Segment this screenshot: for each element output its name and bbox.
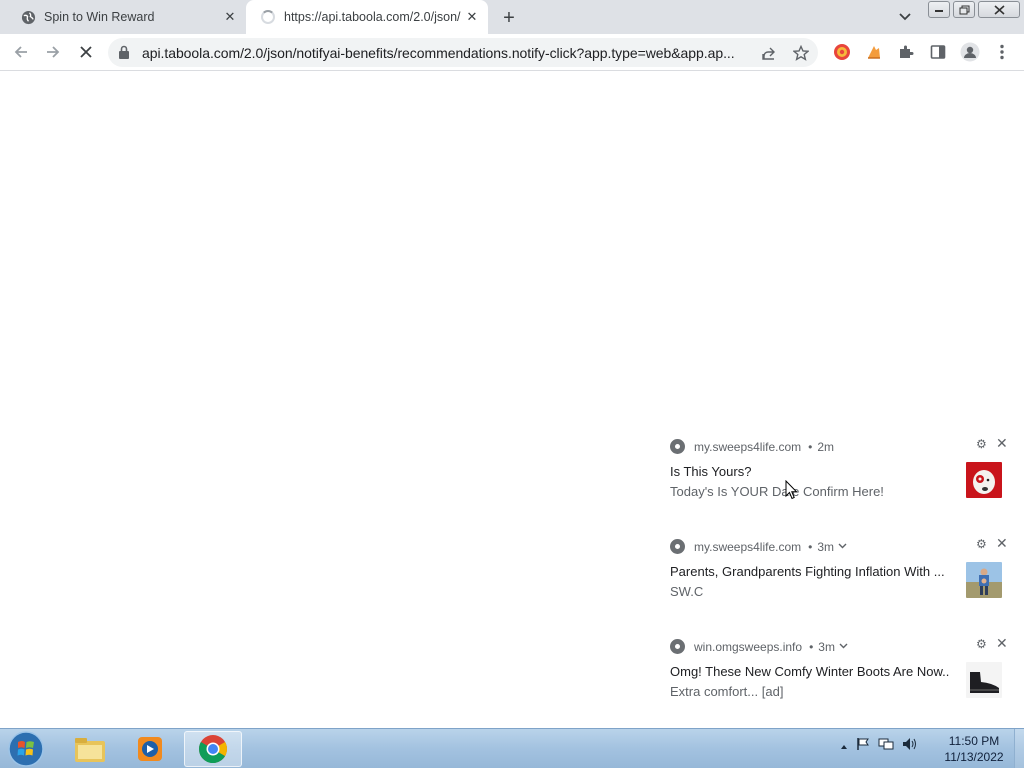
back-arrow-icon[interactable] xyxy=(10,41,32,63)
boot-thumbnail xyxy=(966,662,1002,698)
tab-title: Spin to Win Reward xyxy=(44,10,155,24)
extension-orange-icon[interactable] xyxy=(863,41,885,63)
notification-body: Extra comfort... [ad] xyxy=(670,684,784,699)
chrome-icon xyxy=(670,639,685,654)
volume-icon[interactable] xyxy=(902,737,918,754)
notification-body: SW.C xyxy=(670,584,704,599)
notification-time: 3m xyxy=(817,539,835,554)
bookmark-star-icon[interactable] xyxy=(791,43,811,63)
notification-title: Parents, Grandparents Fighting Inflation… xyxy=(670,564,945,579)
expand-chevron-icon[interactable] xyxy=(839,641,848,652)
restore-button[interactable] xyxy=(953,1,975,18)
notification-origin: win.omgsweeps.info xyxy=(694,639,803,654)
clock-time: 11:50 PM xyxy=(948,734,1000,748)
profile-avatar-icon[interactable] xyxy=(959,41,981,63)
chrome-icon xyxy=(670,439,685,454)
mouse-cursor-icon xyxy=(785,479,798,503)
notification-origin: my.sweeps4life.com xyxy=(694,539,802,554)
settings-gear-icon[interactable]: ⚙ xyxy=(976,438,988,450)
notification-time: 3m xyxy=(818,639,835,654)
notification-card[interactable]: my.sweeps4life.com • 2m ⚙ ✕ Is This Your… xyxy=(658,432,1016,522)
stop-loading-icon[interactable] xyxy=(75,41,97,63)
side-panel-icon[interactable] xyxy=(927,41,949,63)
close-window-button[interactable] xyxy=(978,1,1020,18)
notification-source: my.sweeps4life.com • 2m xyxy=(670,439,834,454)
action-center-flag-icon[interactable] xyxy=(856,737,870,754)
start-button[interactable] xyxy=(6,730,46,768)
notification-body: Today's Is YOUR Date Confirm Here! xyxy=(670,484,884,499)
file-explorer-taskbar-button[interactable] xyxy=(61,731,119,767)
close-icon[interactable]: ✕ xyxy=(996,436,1010,450)
notification-source: win.omgsweeps.info • 3m xyxy=(670,639,848,654)
clock-date: 11/13/2022 xyxy=(944,750,1004,764)
more-menu-icon[interactable] xyxy=(991,41,1013,63)
tab-title: https://api.taboola.com/2.0/json/ xyxy=(284,10,461,24)
close-icon[interactable]: ✕ xyxy=(996,636,1010,650)
new-tab-button[interactable]: + xyxy=(498,7,520,29)
tab-search-chevron-icon[interactable] xyxy=(895,8,915,26)
settings-gear-icon[interactable]: ⚙ xyxy=(976,638,988,650)
windows-taskbar: 11:50 PM 11/13/2022 xyxy=(0,728,1024,768)
tab-strip: Spin to Win Reward ✕ https://api.taboola… xyxy=(0,0,1024,34)
forward-arrow-icon[interactable] xyxy=(42,41,64,63)
notification-title: Is This Yours? xyxy=(670,464,752,479)
chrome-icon xyxy=(670,539,685,554)
globe-icon xyxy=(20,9,36,25)
family-thumbnail xyxy=(966,562,1002,598)
chrome-taskbar-button[interactable] xyxy=(184,731,242,767)
url-text[interactable]: api.taboola.com/2.0/json/notifyai-benefi… xyxy=(142,45,752,61)
notification-card[interactable]: win.omgsweeps.info • 3m ⚙ ✕ Omg! These N… xyxy=(658,632,1016,722)
separator-dot: • xyxy=(809,639,814,654)
loading-spinner-icon xyxy=(260,9,276,25)
target-dog-thumbnail xyxy=(966,462,1002,498)
separator-dot: • xyxy=(808,539,813,554)
window-controls xyxy=(928,1,1023,18)
separator-dot: • xyxy=(808,439,813,454)
network-icon[interactable] xyxy=(878,737,894,754)
browser-toolbar: api.taboola.com/2.0/json/notifyai-benefi… xyxy=(0,34,1024,71)
settings-gear-icon[interactable]: ⚙ xyxy=(976,538,988,550)
notification-origin: my.sweeps4life.com xyxy=(694,439,802,454)
notification-source: my.sweeps4life.com • 3m xyxy=(670,539,847,554)
close-icon[interactable]: ✕ xyxy=(996,536,1010,550)
share-icon[interactable] xyxy=(759,43,779,63)
page-content xyxy=(0,71,1024,728)
extension-red-icon[interactable] xyxy=(831,41,853,63)
tab-taboola[interactable]: https://api.taboola.com/2.0/json/ ✕ xyxy=(246,0,488,34)
show-hidden-icons-icon[interactable] xyxy=(840,739,848,753)
close-tab-icon[interactable]: ✕ xyxy=(220,7,240,27)
system-tray xyxy=(840,737,926,754)
minimize-button[interactable] xyxy=(928,1,950,18)
notification-title: Omg! These New Comfy Winter Boots Are No… xyxy=(670,664,950,679)
notification-time: 2m xyxy=(817,439,835,454)
expand-chevron-icon[interactable] xyxy=(838,541,847,552)
media-player-taskbar-button[interactable] xyxy=(121,731,179,767)
notification-card[interactable]: my.sweeps4life.com • 3m ⚙ ✕ Parents, Gra… xyxy=(658,532,1016,622)
extensions-puzzle-icon[interactable] xyxy=(895,41,917,63)
tab-spin-to-win[interactable]: Spin to Win Reward ✕ xyxy=(8,0,246,34)
show-desktop-button[interactable] xyxy=(1014,729,1024,768)
address-bar[interactable]: api.taboola.com/2.0/json/notifyai-benefi… xyxy=(108,38,818,67)
taskbar-clock[interactable]: 11:50 PM 11/13/2022 xyxy=(938,733,1010,765)
lock-icon[interactable] xyxy=(118,45,130,62)
close-tab-icon[interactable]: ✕ xyxy=(462,7,482,27)
